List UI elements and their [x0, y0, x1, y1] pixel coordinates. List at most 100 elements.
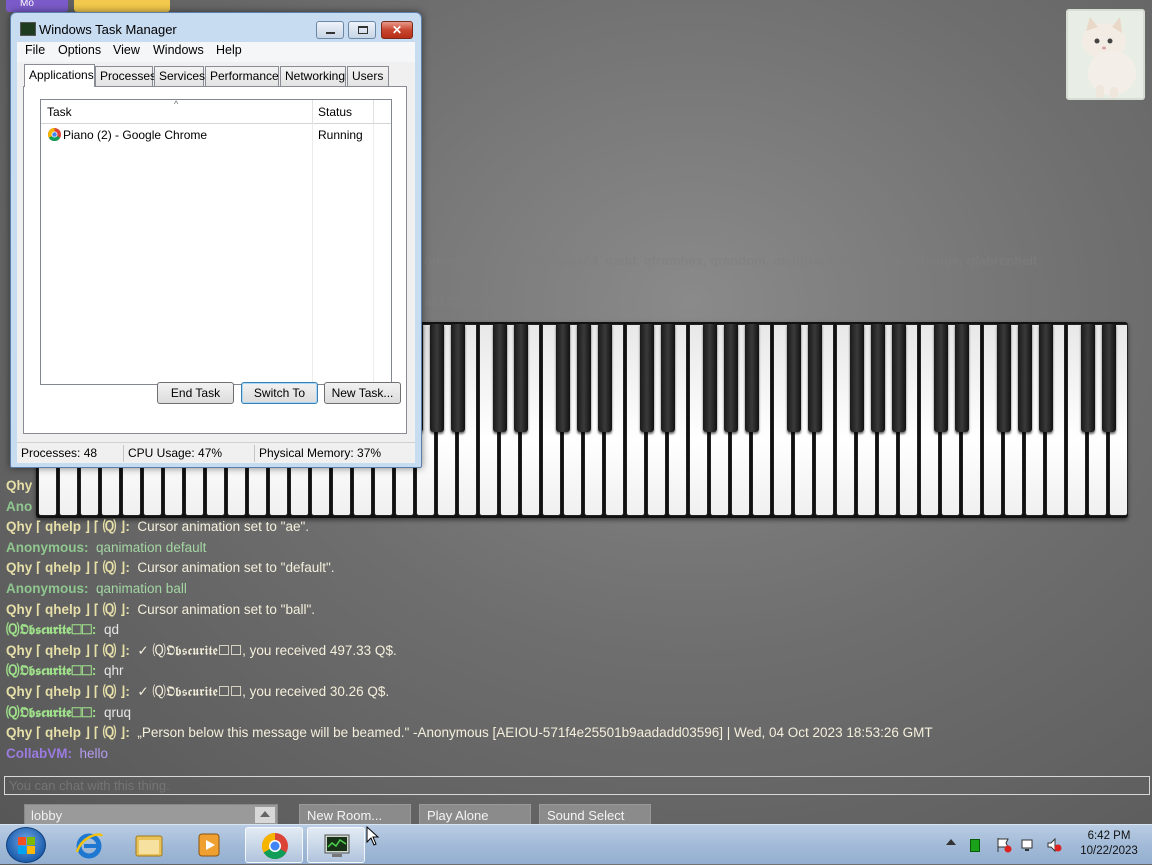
start-button[interactable]	[6, 827, 46, 863]
chat-username: Anonymous:	[6, 539, 89, 555]
piano-black-key[interactable]	[1081, 324, 1095, 432]
chat-username: 🄠𝕺𝖇𝖘𝖈𝖚𝖗𝖎𝖙𝖊☐☐:	[6, 704, 97, 720]
taskbar-chrome[interactable]	[245, 827, 303, 863]
chat-input[interactable]	[4, 776, 1150, 795]
room-select-value: lobby	[31, 808, 63, 823]
piano-black-key[interactable]	[892, 324, 906, 432]
chat-username: Ano	[6, 498, 33, 514]
action-center-flag-icon[interactable]	[996, 837, 1012, 853]
piano-black-key[interactable]	[556, 324, 570, 432]
taskbar-clock[interactable]: 6:42 PM 10/22/2023	[1074, 829, 1144, 859]
chat-message: ✓ 🄠𝕺𝖇𝖘𝖈𝖚𝖗𝖎𝖙𝖊☐☐, you received 497.33 Q$.	[137, 642, 397, 658]
piano-black-key[interactable]	[493, 324, 507, 432]
menu-bar: File Options View Windows Help	[17, 42, 415, 62]
table-row[interactable]: Piano (2) - Google Chrome Running	[41, 126, 391, 144]
piano-black-key[interactable]	[787, 324, 801, 432]
clock-time: 6:42 PM	[1087, 830, 1131, 842]
piano-black-key[interactable]	[724, 324, 738, 432]
tab-services[interactable]: Services	[154, 66, 205, 86]
menu-options[interactable]: Options	[58, 43, 101, 57]
minimize-button[interactable]	[316, 21, 344, 39]
faded-command-list: omanize, qcount, qtobase64, qadd, qfromh…	[424, 253, 1038, 268]
tab-applications[interactable]: Applications	[24, 64, 95, 87]
piano-black-key[interactable]	[1039, 324, 1053, 432]
task-manager-body: Applications Processes Services Performa…	[17, 62, 415, 444]
taskbar-media-player[interactable]	[180, 827, 238, 863]
task-manager-icon	[324, 834, 350, 857]
kitten-avatar	[1066, 9, 1145, 100]
maximize-icon	[358, 26, 368, 34]
top-tab-yellow[interactable]	[74, 0, 170, 12]
column-gridline	[373, 124, 374, 384]
chat-line: 🄠𝕺𝖇𝖘𝖈𝖚𝖗𝖎𝖙𝖊☐☐: qruq	[6, 703, 1146, 724]
end-task-button[interactable]: End Task	[157, 382, 234, 404]
top-tab-purple[interactable]: Mo	[6, 0, 68, 12]
piano-black-key[interactable]	[661, 324, 675, 432]
column-task[interactable]: Task	[47, 105, 72, 119]
piano-black-key[interactable]	[451, 324, 465, 432]
piano-black-key[interactable]	[1102, 324, 1116, 432]
chat-username: Qhy	[6, 478, 33, 493]
network-icon[interactable]	[1020, 837, 1036, 853]
chat-message: qanimation ball	[96, 580, 187, 596]
show-hidden-icons-icon[interactable]	[946, 839, 956, 845]
column-status[interactable]: Status	[318, 105, 352, 119]
taskbar: 6:42 PM 10/22/2023	[0, 824, 1152, 864]
column-divider[interactable]	[373, 100, 374, 124]
tab-processes[interactable]: Processes	[95, 66, 156, 86]
status-divider	[123, 445, 124, 462]
menu-help[interactable]: Help	[216, 43, 242, 57]
piano-black-key[interactable]	[598, 324, 612, 432]
play-alone-button[interactable]: Play Alone	[419, 804, 531, 826]
piano-black-key[interactable]	[640, 324, 654, 432]
close-button[interactable]: ✕	[381, 21, 413, 39]
room-select[interactable]: lobby	[24, 804, 278, 826]
piano-black-key[interactable]	[955, 324, 969, 432]
chevron-up-icon[interactable]	[255, 807, 275, 823]
sort-arrow-icon: ^	[174, 99, 179, 109]
status-bar: Processes: 48 CPU Usage: 47% Physical Me…	[17, 442, 415, 463]
sound-select-button[interactable]: Sound Select	[539, 804, 651, 826]
piano-black-key[interactable]	[703, 324, 717, 432]
menu-windows[interactable]: Windows	[153, 43, 204, 57]
applications-panel: ^ Task Status Piano (2) - Google Chrome …	[23, 86, 407, 434]
folder-icon	[135, 835, 163, 857]
piano-black-key[interactable]	[1018, 324, 1032, 432]
chat-line: Qhy ⌈ qhelp ⌋ ⌈ 🄠 ⌋: „Person below this …	[6, 723, 1146, 744]
piano-black-key[interactable]	[934, 324, 948, 432]
piano-black-key[interactable]	[430, 324, 444, 432]
faded-hash-text: a6172655d3c447e	[424, 294, 534, 309]
green-status-icon[interactable]	[970, 839, 980, 852]
piano-black-key[interactable]	[577, 324, 591, 432]
piano-black-key[interactable]	[808, 324, 822, 432]
menu-view[interactable]: View	[113, 43, 140, 57]
task-status: Running	[318, 128, 363, 142]
chat-message: Cursor animation set to "ball".	[137, 601, 316, 617]
chat-username: Qhy ⌈ qhelp ⌋ ⌈ 🄠 ⌋:	[6, 683, 130, 699]
taskbar-explorer[interactable]	[120, 827, 178, 863]
new-task-button[interactable]: New Task...	[324, 382, 401, 404]
tab-performance[interactable]: Performance	[205, 66, 279, 86]
physical-memory: Physical Memory: 37%	[259, 446, 382, 460]
menu-file[interactable]: File	[25, 43, 45, 57]
piano-black-key[interactable]	[514, 324, 528, 432]
column-divider[interactable]	[312, 100, 313, 124]
tab-networking[interactable]: Networking	[280, 66, 346, 86]
cpu-usage: CPU Usage: 47%	[128, 446, 223, 460]
taskbar-task-manager[interactable]	[307, 827, 365, 863]
piano-black-key[interactable]	[745, 324, 759, 432]
piano-black-key[interactable]	[871, 324, 885, 432]
tab-users[interactable]: Users	[347, 66, 389, 86]
volume-muted-icon[interactable]	[1046, 837, 1062, 853]
taskbar-internet-explorer[interactable]	[60, 827, 118, 863]
new-room-button[interactable]: New Room...	[299, 804, 411, 826]
maximize-button[interactable]	[348, 21, 376, 39]
column-gridline	[312, 124, 313, 384]
piano-black-key[interactable]	[997, 324, 1011, 432]
switch-to-button[interactable]: Switch To	[241, 382, 318, 404]
chat-line: Qhy	[6, 476, 1146, 497]
chat-username: 🄠𝕺𝖇𝖘𝖈𝖚𝖗𝖎𝖙𝖊☐☐:	[6, 663, 97, 679]
piano-black-key[interactable]	[850, 324, 864, 432]
mouse-cursor-icon	[366, 826, 380, 846]
task-list[interactable]: ^ Task Status Piano (2) - Google Chrome …	[40, 99, 392, 385]
